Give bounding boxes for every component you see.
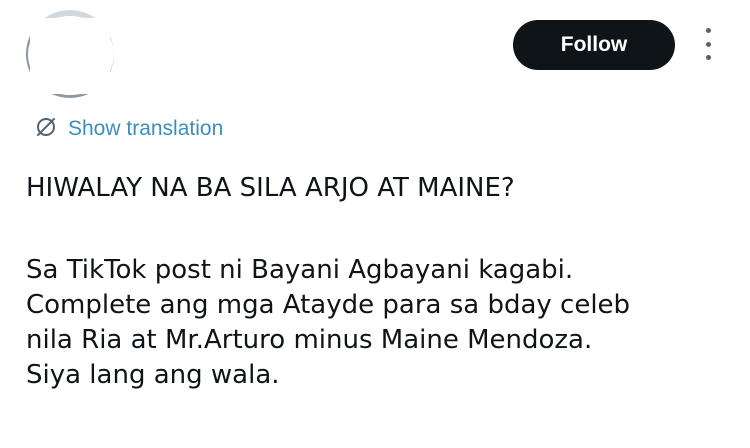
- tweet-headline: HIWALAY NA BA SILA ARJO AT MAINE?: [26, 173, 515, 203]
- dot: [705, 28, 711, 33]
- dot: [705, 55, 711, 60]
- tweet-body-line: Siya lang ang wala.: [26, 360, 280, 390]
- tweet-text: HIWALAY NA BA SILA ARJO AT MAINE? Sa Tik…: [26, 171, 736, 393]
- avatar-blank: [30, 18, 110, 94]
- show-translation-link[interactable]: Show translation: [34, 114, 223, 144]
- show-translation-label: Show translation: [68, 117, 224, 140]
- tweet-body-line: Sa TikTok post ni Bayani Agbayani kagabi…: [26, 255, 574, 285]
- tweet-body-line: nila Ria at Mr.Arturo minus Maine Mendoz…: [26, 325, 593, 355]
- dot: [705, 41, 711, 47]
- more-vertical-icon[interactable]: [698, 28, 718, 60]
- tweet-body-line: Complete ang mga Atayde para sa bday cel…: [26, 290, 631, 320]
- translate-icon: [34, 115, 68, 144]
- follow-button[interactable]: Follow: [513, 20, 675, 70]
